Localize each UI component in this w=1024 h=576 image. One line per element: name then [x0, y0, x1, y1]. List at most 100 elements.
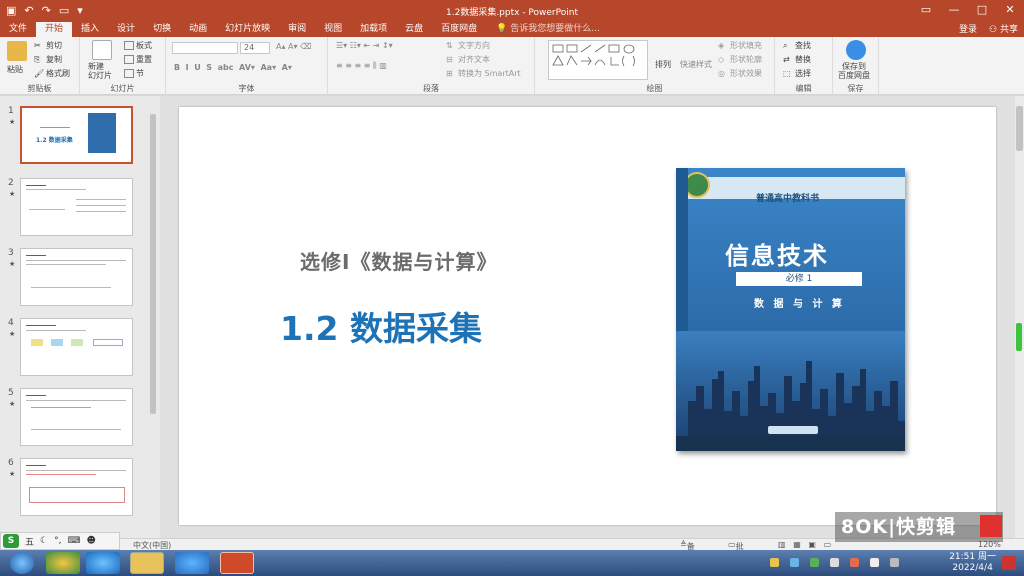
- align-buttons[interactable]: ≡ ≡ ≡ ≡ ⫼ ▥: [336, 61, 387, 71]
- replace-button[interactable]: ⇄ 替换: [783, 54, 811, 65]
- ime-user-icon[interactable]: ☻: [86, 536, 95, 546]
- paragraph-group-label: 段落: [423, 84, 439, 93]
- tray-icon[interactable]: [830, 558, 839, 567]
- tab-transitions[interactable]: 切换: [144, 22, 180, 37]
- shape-effects-button[interactable]: ◎ 形状效果: [718, 68, 762, 79]
- slide-thumbnail[interactable]: [20, 458, 133, 516]
- ime-mode-label[interactable]: 五: [25, 535, 34, 548]
- current-slide[interactable]: 选修Ⅰ《数据与计算》 1.2 数据采集 普通高中教科书 信息技术 必修 1 数 …: [179, 107, 996, 525]
- app-icon-360[interactable]: [46, 552, 80, 574]
- thumb-box: [51, 339, 63, 346]
- layout-button[interactable]: 板式: [124, 40, 152, 51]
- slideshow-start-icon[interactable]: ▭: [59, 4, 69, 17]
- notes-button[interactable]: ≜ 备注: [680, 540, 695, 562]
- tray-icon[interactable]: [770, 558, 779, 567]
- shapes-icon: [552, 44, 635, 67]
- format-painter-button[interactable]: 🖌 格式刷: [34, 68, 70, 79]
- arrange-button[interactable]: 排列: [655, 59, 671, 70]
- tray-icon[interactable]: [790, 558, 799, 567]
- volume-icon[interactable]: [890, 558, 899, 567]
- smartart-button[interactable]: ⊞ 转换为 SmartArt: [446, 68, 521, 79]
- reset-button[interactable]: 重置: [124, 54, 152, 65]
- scrollbar-thumb[interactable]: [1016, 106, 1023, 151]
- animation-star-icon: ★: [9, 190, 16, 198]
- shape-outline-button[interactable]: ◇ 形状轮廓: [718, 54, 762, 65]
- slide-thumbnail[interactable]: [20, 318, 133, 376]
- font-style-buttons[interactable]: B I U S abc AV▾ Aa▾ A▾: [174, 63, 292, 72]
- tab-insert[interactable]: 插入: [72, 22, 108, 37]
- tab-animations[interactable]: 动画: [180, 22, 216, 37]
- minimize-button[interactable]: —: [940, 0, 968, 20]
- tab-addins[interactable]: 加载项: [351, 22, 396, 37]
- tab-file[interactable]: 文件: [0, 22, 36, 37]
- section-button[interactable]: 节: [124, 68, 144, 79]
- tab-design[interactable]: 设计: [108, 22, 144, 37]
- share-button[interactable]: ⚇ 共享: [989, 22, 1018, 35]
- ime-moon-icon[interactable]: ☾: [40, 536, 48, 546]
- redo-icon[interactable]: ↷: [42, 4, 51, 17]
- tray-icon[interactable]: [850, 558, 859, 567]
- system-clock[interactable]: 21:51 周一 2022/4/4: [949, 552, 996, 574]
- find-button[interactable]: ⌕ 查找: [783, 40, 811, 51]
- new-slide-button[interactable]: 新建 幻灯片: [88, 62, 112, 80]
- slides-panel-scrollbar[interactable]: [149, 104, 157, 414]
- shapes-gallery[interactable]: [548, 40, 648, 80]
- slide-subtitle[interactable]: 选修Ⅰ《数据与计算》: [300, 246, 497, 275]
- tray-icon[interactable]: [810, 558, 819, 567]
- shape-fill-button[interactable]: ◈ 形状填充: [718, 40, 762, 51]
- ime-punct-icon[interactable]: °,: [54, 536, 61, 546]
- scrollbar-thumb[interactable]: [150, 114, 156, 414]
- notification-icon[interactable]: [1002, 556, 1016, 570]
- slide-title[interactable]: 1.2 数据采集: [280, 302, 482, 350]
- select-button[interactable]: ⬚ 选择: [783, 68, 811, 79]
- thumb-line: [31, 407, 91, 408]
- ime-keyboard-icon[interactable]: ⌨: [67, 536, 80, 546]
- media-player-icon[interactable]: [175, 552, 209, 574]
- slide-thumbnail[interactable]: [20, 178, 133, 236]
- login-link[interactable]: 登录: [959, 22, 977, 35]
- paste-icon[interactable]: [7, 41, 27, 61]
- network-icon[interactable]: [870, 558, 879, 567]
- tab-cloud[interactable]: 云盘: [396, 22, 432, 37]
- font-name-field[interactable]: [172, 42, 238, 54]
- text-direction-button[interactable]: ⇅ 文字方向: [446, 40, 490, 51]
- copy-button[interactable]: ⎘ 复制: [34, 54, 62, 65]
- close-button[interactable]: ✕: [996, 0, 1024, 20]
- start-button-icon[interactable]: [10, 552, 34, 574]
- ie-browser-icon[interactable]: [86, 552, 120, 574]
- customize-qat-icon[interactable]: ▾: [77, 4, 83, 17]
- view-buttons[interactable]: ▥ ▦ ▣ ▭: [778, 540, 831, 549]
- tab-home[interactable]: 开始: [36, 22, 73, 37]
- font-size-field[interactable]: 24: [240, 42, 270, 54]
- outline-icon: ◇: [718, 55, 725, 64]
- textbook-cover-image[interactable]: 普通高中教科书 信息技术 必修 1 数 据 与 计 算: [676, 168, 905, 451]
- new-slide-icon[interactable]: [92, 40, 112, 60]
- save-to-baidu-button[interactable]: 保存到 百度网盘: [838, 62, 870, 80]
- maximize-button[interactable]: □: [968, 0, 996, 20]
- powerpoint-taskbar-icon[interactable]: [220, 552, 254, 574]
- tab-baidu[interactable]: 百度网盘: [432, 22, 486, 37]
- font-grow-shrink[interactable]: A▴ A▾ ⌫: [276, 42, 311, 51]
- slide-thumbnail[interactable]: [20, 388, 133, 446]
- slide-thumbnail[interactable]: [20, 248, 133, 306]
- tab-view[interactable]: 视图: [315, 22, 351, 37]
- list-buttons[interactable]: ☰▾ ☷▾ ⇤ ⇥ ↕▾: [336, 41, 393, 50]
- thumb-book-image: [88, 113, 116, 153]
- ribbon-display-button[interactable]: ▭: [912, 0, 940, 20]
- save-icon[interactable]: ▣: [6, 4, 16, 17]
- file-explorer-icon[interactable]: [130, 552, 164, 574]
- tab-slideshow[interactable]: 幻灯片放映: [216, 22, 279, 37]
- clipboard-group-label: 剪贴板: [27, 84, 52, 93]
- baidu-cloud-icon[interactable]: [846, 40, 866, 60]
- paste-button[interactable]: 粘贴: [7, 64, 23, 75]
- cut-button[interactable]: ✂ 剪切: [34, 40, 62, 51]
- undo-icon[interactable]: ↶: [24, 4, 33, 17]
- comments-button[interactable]: ▭ 批注: [728, 540, 744, 562]
- slide-scrollbar[interactable]: [1015, 96, 1024, 538]
- align-text-button[interactable]: ⊟ 对齐文本: [446, 54, 490, 65]
- tell-me-search[interactable]: 💡 告诉我您想要做什么...: [496, 22, 600, 37]
- sogou-ime-icon[interactable]: S: [3, 534, 19, 548]
- tab-review[interactable]: 审阅: [279, 22, 315, 37]
- quick-styles-button[interactable]: 快速样式: [680, 59, 712, 70]
- slide-thumbnail[interactable]: 1.2 数据采集: [20, 106, 133, 164]
